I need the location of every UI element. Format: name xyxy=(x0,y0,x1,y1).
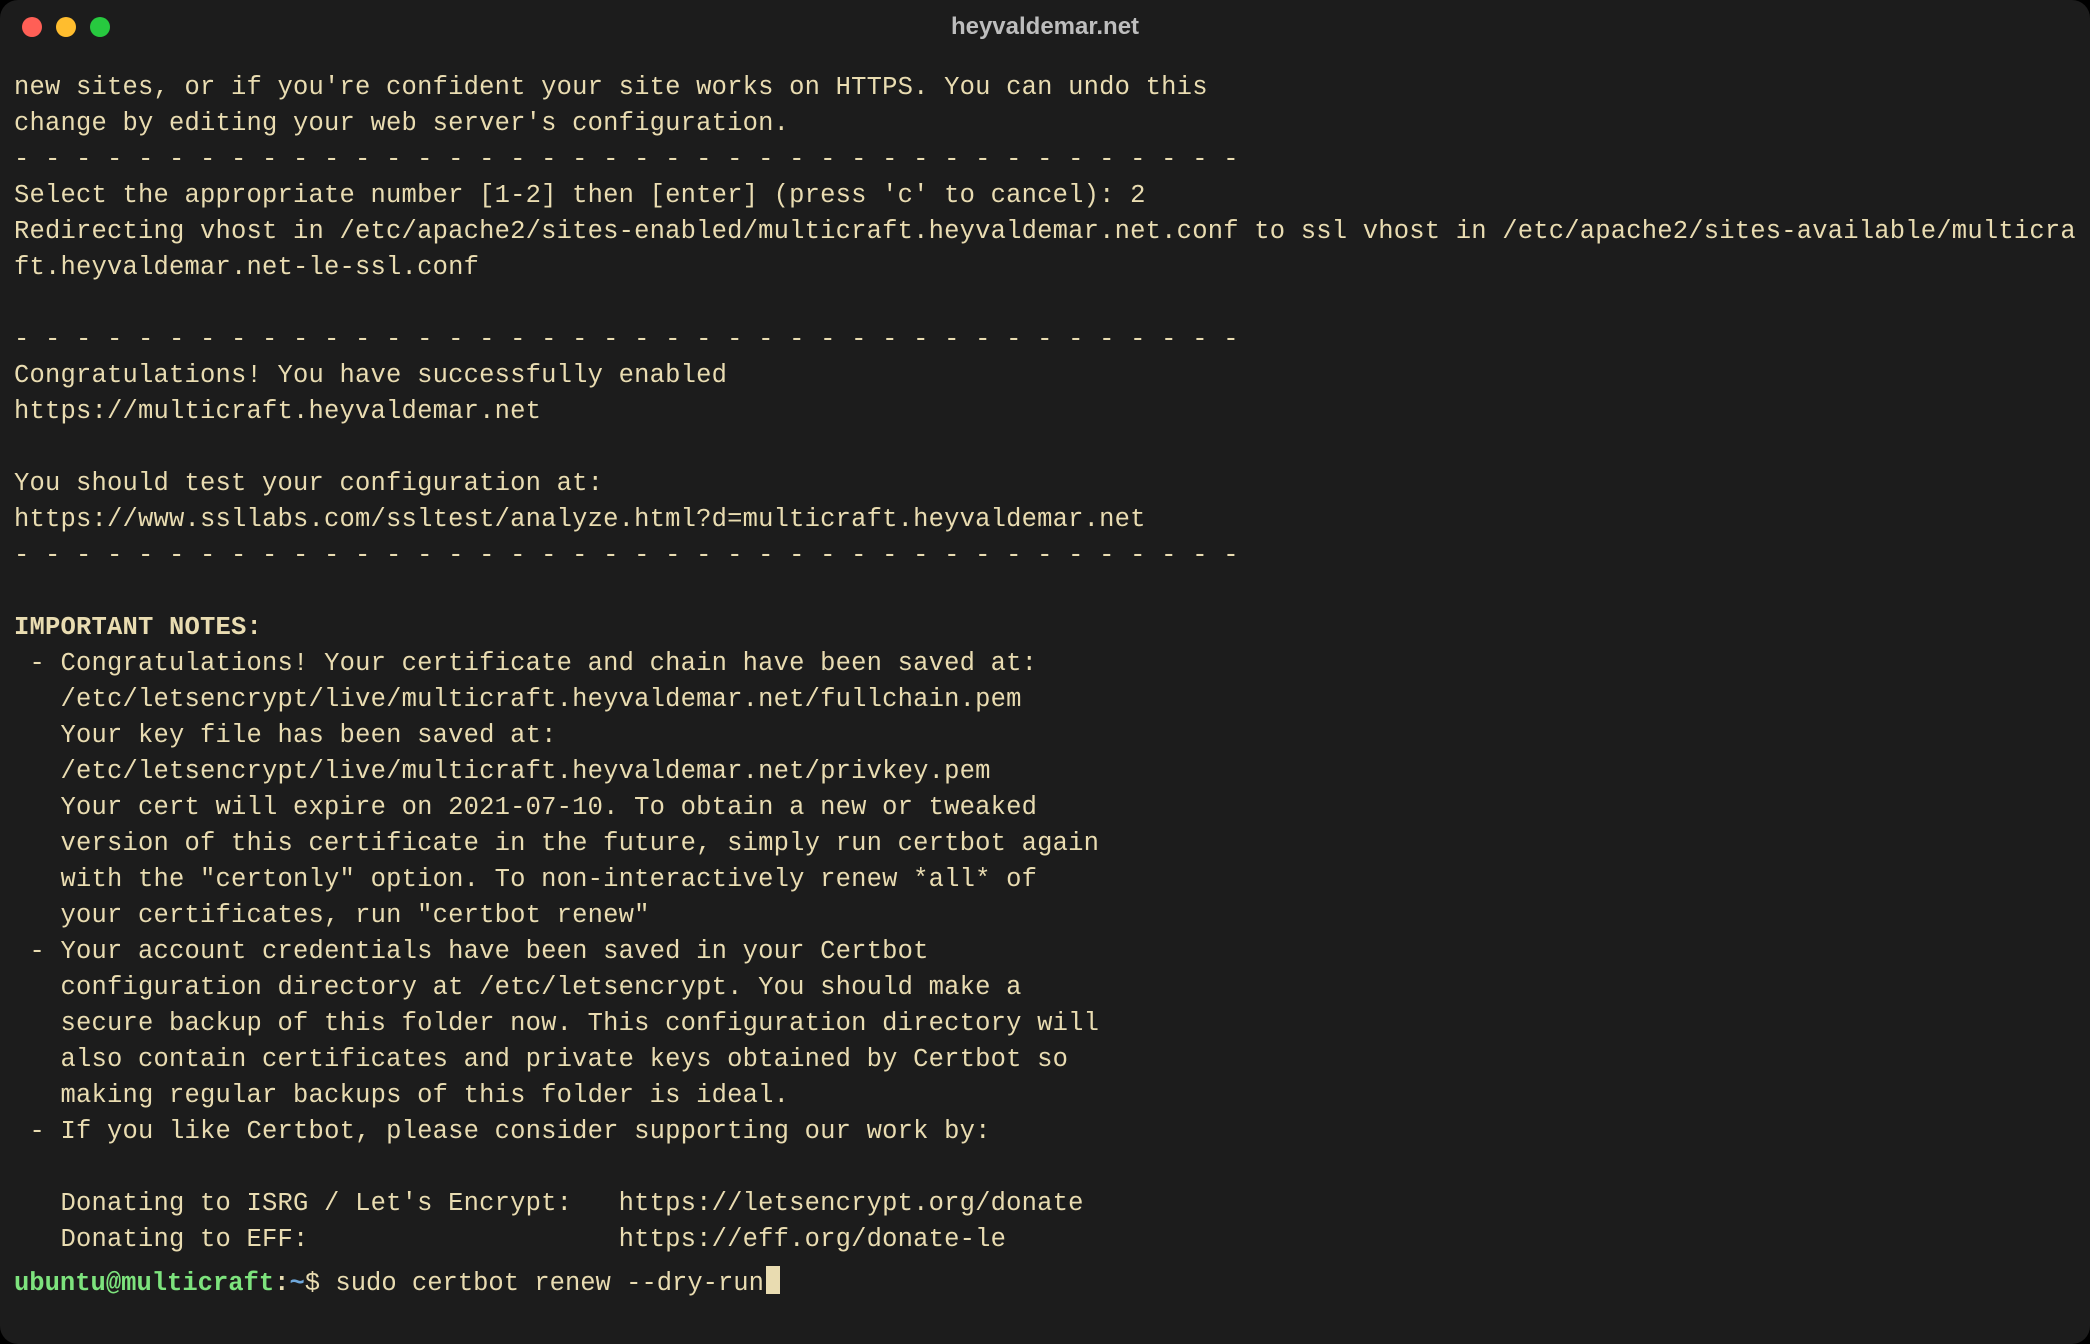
output-line: new sites, or if you're confident your s… xyxy=(14,73,1208,102)
output-line: Congratulations! You have successfully e… xyxy=(14,361,727,390)
terminal-output[interactable]: new sites, or if you're confident your s… xyxy=(0,54,2090,1266)
window-title: heyvaldemar.net xyxy=(0,13,2090,41)
output-line: change by editing your web server's conf… xyxy=(14,109,789,138)
traffic-lights xyxy=(22,17,110,37)
output-line: Redirecting vhost in /etc/apache2/sites-… xyxy=(14,217,2076,282)
prompt-path: ~ xyxy=(289,1269,304,1298)
prompt-user: ubuntu xyxy=(14,1269,106,1298)
output-line: - If you like Certbot, please consider s… xyxy=(14,1117,991,1146)
output-line: /etc/letsencrypt/live/multicraft.heyvald… xyxy=(14,757,991,786)
output-line: https://www.ssllabs.com/ssltest/analyze.… xyxy=(14,505,1146,534)
output-line: version of this certificate in the futur… xyxy=(14,829,1099,858)
maximize-icon[interactable] xyxy=(90,17,110,37)
output-line: https://multicraft.heyvaldemar.net xyxy=(14,397,541,426)
output-line: - - - - - - - - - - - - - - - - - - - - … xyxy=(14,541,1239,570)
output-line: - - - - - - - - - - - - - - - - - - - - … xyxy=(14,325,1239,354)
prompt-host: multicraft xyxy=(121,1269,274,1298)
output-line: Select the appropriate number [1-2] then… xyxy=(14,181,1146,210)
titlebar: heyvaldemar.net xyxy=(0,0,2090,54)
output-line: also contain certificates and private ke… xyxy=(14,1045,1068,1074)
output-line: configuration directory at /etc/letsencr… xyxy=(14,973,1022,1002)
output-line: Donating to EFF: https://eff.org/donate-… xyxy=(14,1225,1006,1254)
output-line: - - - - - - - - - - - - - - - - - - - - … xyxy=(14,145,1239,174)
command-input[interactable]: sudo certbot renew --dry-run xyxy=(335,1269,763,1298)
cursor-icon xyxy=(766,1266,780,1294)
output-line: You should test your configuration at: xyxy=(14,469,603,498)
close-icon[interactable] xyxy=(22,17,42,37)
output-line: Donating to ISRG / Let's Encrypt: https:… xyxy=(14,1189,1084,1218)
prompt-at: @ xyxy=(106,1269,121,1298)
important-notes-header: IMPORTANT NOTES: xyxy=(14,613,262,642)
output-line: - Your account credentials have been sav… xyxy=(14,937,929,966)
output-line: your certificates, run "certbot renew" xyxy=(14,901,650,930)
output-line: Your cert will expire on 2021-07-10. To … xyxy=(14,793,1037,822)
prompt-line[interactable]: ubuntu@multicraft:~$ sudo certbot renew … xyxy=(0,1266,2090,1320)
prompt-symbol: $ xyxy=(305,1269,336,1298)
output-line: - Congratulations! Your certificate and … xyxy=(14,649,1037,678)
minimize-icon[interactable] xyxy=(56,17,76,37)
output-line: /etc/letsencrypt/live/multicraft.heyvald… xyxy=(14,685,1022,714)
output-line: Your key file has been saved at: xyxy=(14,721,557,750)
terminal-window: heyvaldemar.net new sites, or if you're … xyxy=(0,0,2090,1344)
output-line: secure backup of this folder now. This c… xyxy=(14,1009,1099,1038)
output-line: with the "certonly" option. To non-inter… xyxy=(14,865,1037,894)
output-line: making regular backups of this folder is… xyxy=(14,1081,789,1110)
prompt-colon: : xyxy=(274,1269,289,1298)
